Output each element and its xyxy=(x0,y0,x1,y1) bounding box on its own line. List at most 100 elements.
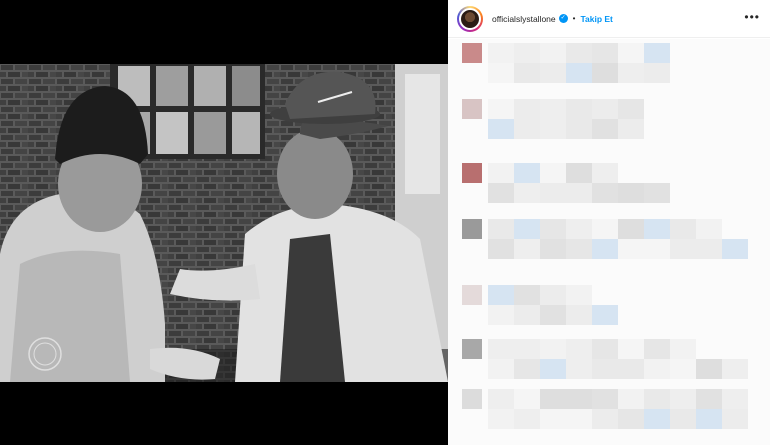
blurred-comment-block xyxy=(566,183,592,203)
blurred-avatar xyxy=(462,285,482,305)
blurred-comment-block xyxy=(618,183,644,203)
blurred-comment-block xyxy=(514,99,540,119)
blurred-comment-block xyxy=(696,219,722,239)
blurred-comment-block xyxy=(488,305,514,325)
blurred-comment-block xyxy=(592,119,618,139)
verified-badge-icon: ✓ xyxy=(558,14,568,23)
blurred-comment-block xyxy=(566,339,592,359)
blurred-comment-block xyxy=(618,359,644,379)
blurred-comment-block xyxy=(670,339,696,359)
blurred-comment-block xyxy=(670,219,696,239)
blurred-comment-block xyxy=(644,389,670,409)
blurred-avatar xyxy=(462,99,482,119)
blurred-comment-block xyxy=(540,239,566,259)
blurred-avatar xyxy=(462,43,482,63)
blurred-comment-block xyxy=(722,389,748,409)
blurred-comment-block xyxy=(566,43,592,63)
blurred-comment-block xyxy=(592,239,618,259)
blurred-comment-block xyxy=(514,163,540,183)
post-sidebar: officialslystallone ✓ • Takip Et ••• xyxy=(448,0,770,445)
blurred-comment-block xyxy=(488,119,514,139)
follow-button[interactable]: Takip Et xyxy=(580,14,612,24)
blurred-comment-block xyxy=(540,359,566,379)
more-options-icon[interactable]: ••• xyxy=(744,11,760,23)
blurred-comment-block xyxy=(540,285,566,305)
blurred-comment-block xyxy=(514,239,540,259)
blurred-comment-block xyxy=(514,63,540,83)
blurred-comment-block xyxy=(592,163,618,183)
blurred-comment-block xyxy=(566,285,592,305)
blurred-comment-block xyxy=(566,359,592,379)
blurred-comment-block xyxy=(592,183,618,203)
blurred-comment-block xyxy=(696,409,722,429)
blurred-comment-block xyxy=(540,43,566,63)
blurred-comment-block xyxy=(592,43,618,63)
username-link[interactable]: officialslystallone xyxy=(492,14,556,24)
blurred-comment-block xyxy=(618,239,644,259)
blurred-comment-block xyxy=(488,163,514,183)
blurred-comment-block xyxy=(514,285,540,305)
blurred-comment-block xyxy=(592,359,618,379)
blurred-comment-block xyxy=(540,119,566,139)
blurred-comment-block xyxy=(540,339,566,359)
blurred-comment-block xyxy=(644,63,670,83)
blurred-comment-block xyxy=(540,219,566,239)
blurred-comment-block xyxy=(592,389,618,409)
blurred-comment-block xyxy=(566,163,592,183)
blurred-comment-block xyxy=(644,239,670,259)
blurred-avatar xyxy=(462,163,482,183)
blurred-comment-block xyxy=(618,409,644,429)
blurred-comment-block xyxy=(566,409,592,429)
blurred-comment-block xyxy=(540,389,566,409)
avatar[interactable] xyxy=(457,5,483,32)
blurred-comment-block xyxy=(722,239,748,259)
blurred-comment-block xyxy=(488,99,514,119)
blurred-comment-block xyxy=(618,99,644,119)
blurred-comment-block xyxy=(540,305,566,325)
blurred-comment-block xyxy=(514,119,540,139)
blurred-comment-block xyxy=(670,359,696,379)
blurred-comment-block xyxy=(488,285,514,305)
blurred-comment-block xyxy=(670,409,696,429)
blurred-comment-block xyxy=(592,339,618,359)
blurred-comment-block xyxy=(566,219,592,239)
blurred-comment-block xyxy=(722,359,748,379)
blurred-comment-block xyxy=(592,99,618,119)
blurred-comment-block xyxy=(618,63,644,83)
blurred-comment-block xyxy=(514,359,540,379)
blurred-comment-block xyxy=(514,339,540,359)
blurred-comment-block xyxy=(696,239,722,259)
blurred-comment-block xyxy=(488,219,514,239)
blurred-comment-block xyxy=(540,409,566,429)
blurred-comment-block xyxy=(566,305,592,325)
blurred-comment-block xyxy=(644,409,670,429)
blurred-comment-block xyxy=(488,389,514,409)
blurred-comment-block xyxy=(488,339,514,359)
blurred-comment-block xyxy=(566,239,592,259)
post-media xyxy=(0,0,448,445)
blurred-comment-block xyxy=(488,183,514,203)
blurred-comment-block xyxy=(618,119,644,139)
blurred-comment-block xyxy=(592,63,618,83)
blurred-comment-block xyxy=(618,339,644,359)
blurred-comment-block xyxy=(488,409,514,429)
blurred-avatar xyxy=(462,389,482,409)
blurred-comment-block xyxy=(488,63,514,83)
blurred-comment-block xyxy=(540,63,566,83)
blurred-comment-block xyxy=(566,99,592,119)
blurred-comment-block xyxy=(540,99,566,119)
blurred-comment-block xyxy=(618,43,644,63)
post-photo[interactable] xyxy=(0,64,448,382)
blurred-comment-block xyxy=(514,409,540,429)
blurred-comment-block xyxy=(644,183,670,203)
blurred-comment-block xyxy=(670,239,696,259)
blurred-comment-block xyxy=(696,389,722,409)
blurred-comment-block xyxy=(488,359,514,379)
post-header: officialslystallone ✓ • Takip Et ••• xyxy=(448,0,770,38)
blurred-comment-block xyxy=(696,359,722,379)
separator-dot: • xyxy=(572,14,576,23)
blurred-comment-block xyxy=(644,43,670,63)
blurred-comment-block xyxy=(644,219,670,239)
blurred-comment-block xyxy=(514,183,540,203)
blurred-avatar xyxy=(462,219,482,239)
